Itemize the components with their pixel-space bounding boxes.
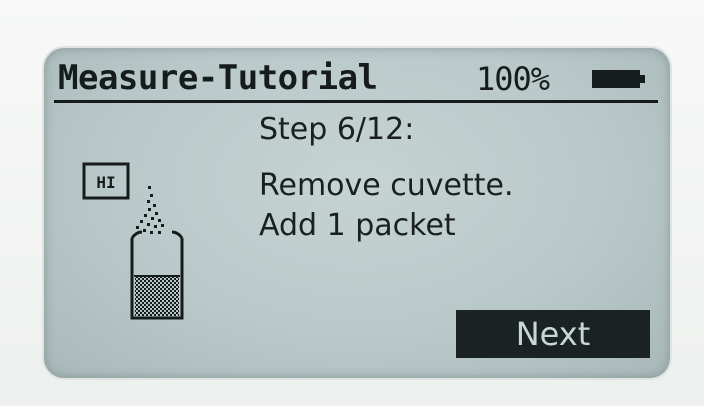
battery-icon (592, 70, 640, 88)
instruction-line-1: Remove cuvette. (259, 168, 514, 203)
packet-label: HI (96, 173, 115, 192)
header-divider (54, 100, 658, 103)
step-counter: Step 6/12: (259, 112, 415, 147)
battery-percentage: 100% (476, 60, 550, 98)
lcd-screen: Measure-Tutorial 100% HI Step 6/12: Remo… (44, 48, 670, 378)
meter-device: Measure-Tutorial 100% HI Step 6/12: Remo… (0, 0, 704, 406)
battery-tip (640, 75, 645, 83)
next-button[interactable]: Next (456, 310, 650, 358)
powder-stream-icon (136, 186, 164, 234)
reagent-packet-into-cuvette-icon: HI (74, 158, 194, 328)
screen-title: Measure-Tutorial (58, 58, 378, 98)
cuvette-liquid (135, 276, 179, 316)
instruction-line-2: Add 1 packet (259, 208, 456, 243)
